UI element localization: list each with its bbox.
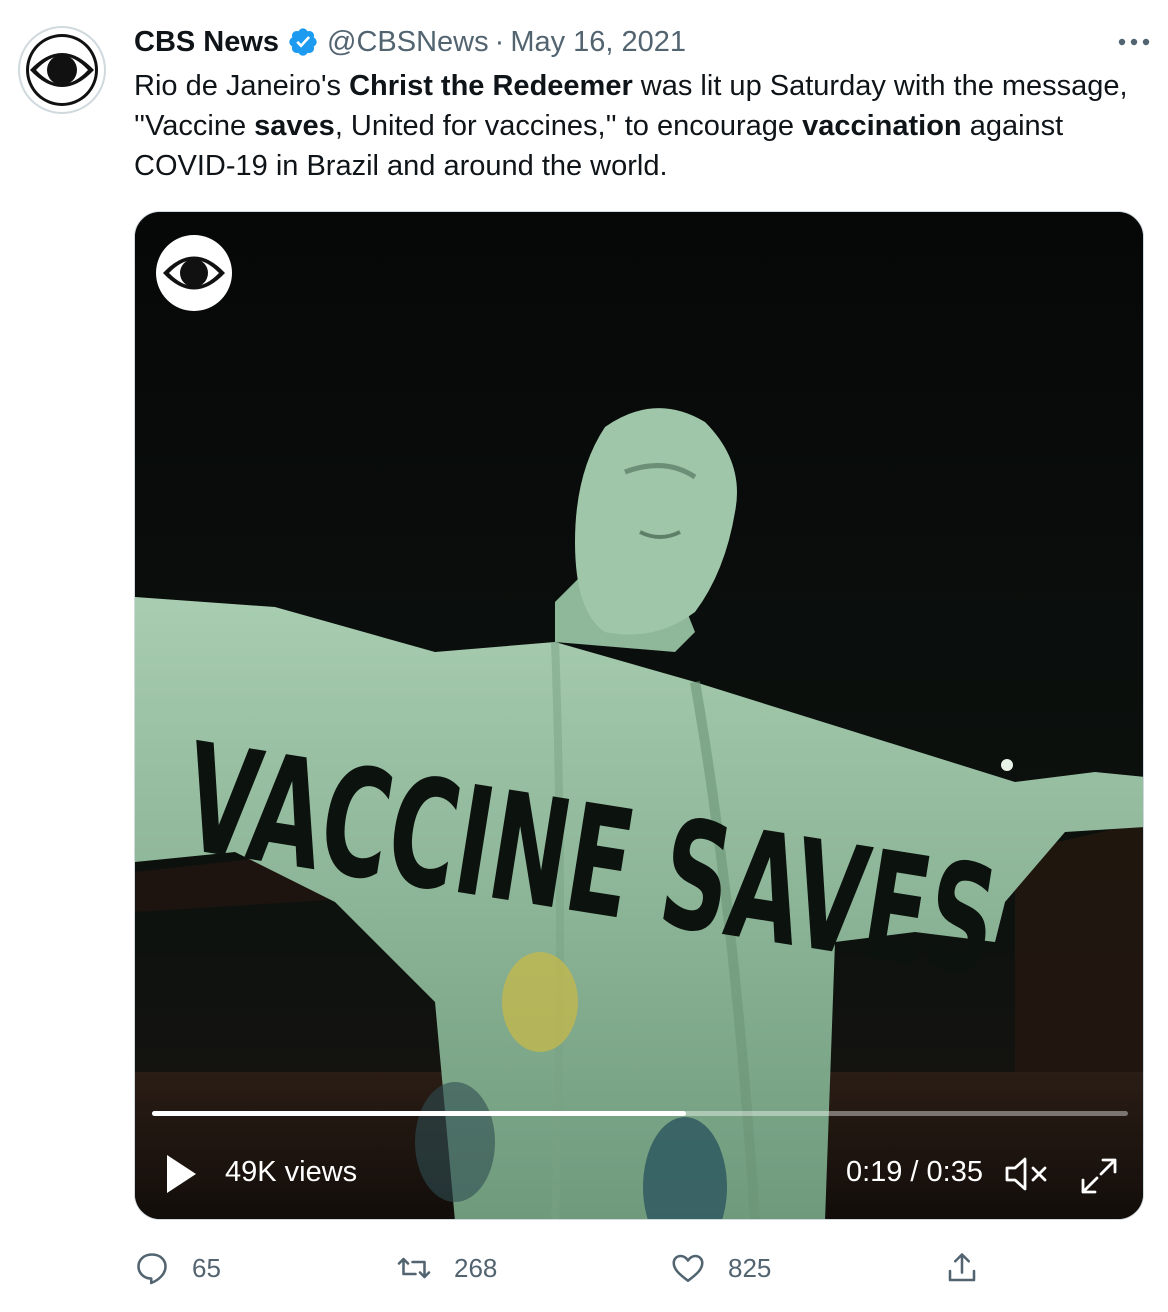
play-icon[interactable] xyxy=(163,1152,199,1196)
video-progress-fill xyxy=(152,1111,686,1116)
more-dots-icon[interactable] xyxy=(1114,26,1154,58)
share-icon xyxy=(948,1253,976,1282)
text-segment: Rio de Janeiro's xyxy=(134,70,350,102)
expand-icon[interactable] xyxy=(1077,1154,1121,1198)
view-count: 49K views xyxy=(225,1156,358,1188)
text-segment-bold: Christ the Redeemer xyxy=(349,70,633,102)
share-button[interactable] xyxy=(944,1246,1002,1290)
retweet-button[interactable]: 268 xyxy=(396,1246,497,1290)
heart-icon xyxy=(672,1254,704,1283)
tweet-header: CBS News @CBSNews · May 16, 2021 xyxy=(134,24,686,60)
text-segment: , United for vaccines,'' to encourage xyxy=(334,110,803,142)
text-segment-bold: vaccination xyxy=(802,110,962,142)
video-player[interactable]: VACCINE SAVES 49K views 0:19 / 0:35 xyxy=(134,211,1144,1220)
author-handle[interactable]: @CBSNews xyxy=(327,26,489,59)
retweet-count: 268 xyxy=(454,1252,498,1283)
like-button[interactable]: 825 xyxy=(670,1246,771,1290)
tweet-actions: 65 268 825 xyxy=(134,1246,1144,1290)
tweet-date[interactable]: May 16, 2021 xyxy=(510,26,686,59)
cbs-eye-logo xyxy=(26,34,98,106)
retweet-icon xyxy=(397,1257,431,1279)
author-name[interactable]: CBS News xyxy=(134,26,279,59)
header-separator: · xyxy=(494,25,505,58)
reply-bubble-icon xyxy=(137,1253,167,1285)
author-avatar[interactable] xyxy=(18,26,106,114)
video-frame: VACCINE SAVES xyxy=(135,212,1143,1219)
like-count: 825 xyxy=(728,1252,772,1283)
video-time: 0:19 / 0:35 xyxy=(845,1156,983,1188)
reply-button[interactable]: 65 xyxy=(134,1246,221,1290)
verified-badge-icon xyxy=(289,28,317,56)
reply-count: 65 xyxy=(192,1252,221,1283)
video-progress-bar[interactable] xyxy=(152,1111,1128,1116)
cbs-watermark-logo xyxy=(156,235,232,311)
text-segment-bold: saves xyxy=(254,110,335,142)
muted-speaker-icon[interactable] xyxy=(1003,1154,1051,1194)
tweet-text: Rio de Janeiro's Christ the Redeemer was… xyxy=(134,66,1144,186)
